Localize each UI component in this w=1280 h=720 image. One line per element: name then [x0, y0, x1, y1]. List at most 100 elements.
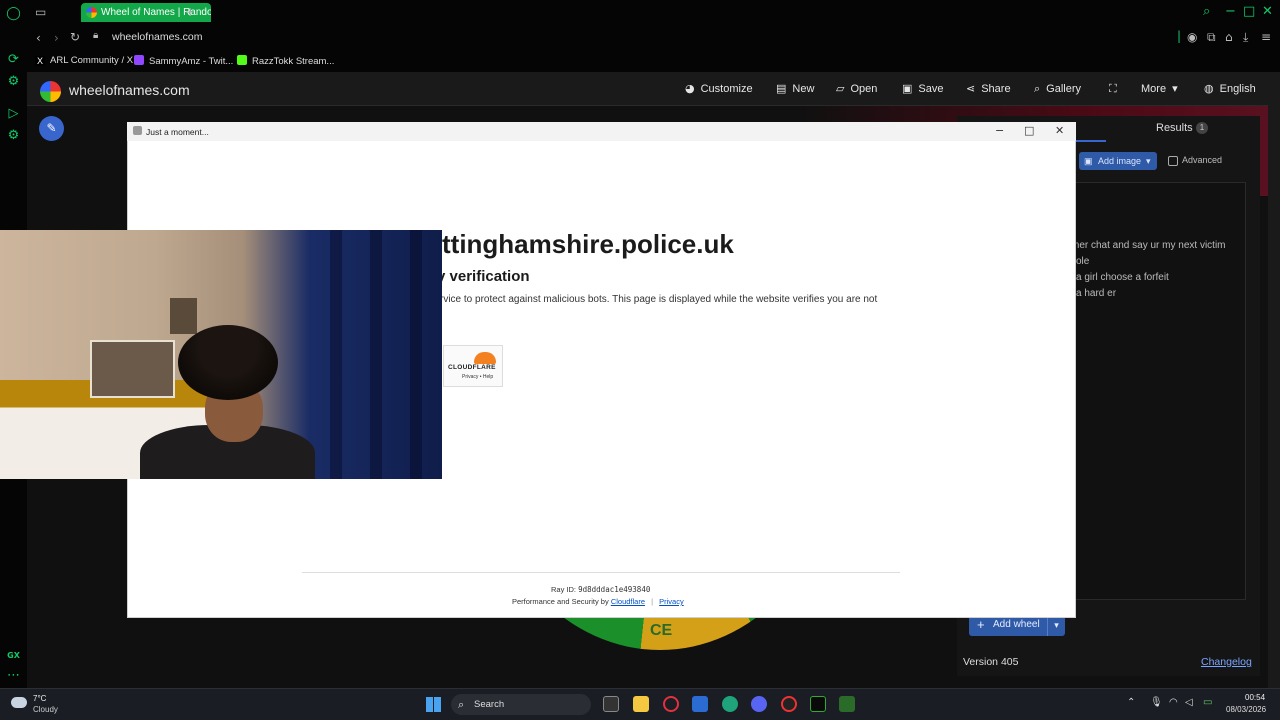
discord-icon[interactable] — [751, 696, 767, 712]
verification-body: rvice to protect against malicious bots.… — [440, 294, 878, 305]
nav-open[interactable]: ▱ Open — [836, 82, 877, 95]
wall-poster — [170, 298, 197, 334]
edge-icon[interactable] — [722, 696, 738, 712]
taskbar-search[interactable]: ⌕ Search — [451, 694, 591, 715]
bookmark-label: SammyAmz - Twit... — [149, 56, 234, 67]
nav-share[interactable]: ⋖ Share — [966, 82, 1011, 95]
nav-language[interactable]: ◍ English — [1204, 82, 1256, 95]
edit-pencil-button[interactable]: ✎ — [39, 116, 64, 141]
battery-icon[interactable]: ▭ — [1203, 697, 1212, 708]
extensions-icon[interactable]: ◉ — [1187, 30, 1197, 44]
nav-gallery[interactable]: ⌕ Gallery — [1034, 82, 1081, 96]
start-icon[interactable] — [426, 697, 441, 712]
account-icon[interactable]: ⌂ — [1225, 30, 1233, 44]
puzzle-icon[interactable]: ⧉ — [1207, 30, 1216, 45]
advanced-checkbox[interactable] — [1168, 156, 1178, 166]
url-field[interactable]: wheelofnames.com — [112, 31, 202, 43]
wheel-favicon-icon — [86, 7, 97, 18]
site-name[interactable]: wheelofnames.com — [69, 82, 190, 98]
menu-icon[interactable]: ≡ — [1261, 30, 1271, 44]
tab-results[interactable]: Results — [1156, 122, 1193, 134]
speed-dial-icon[interactable]: ⟳ — [6, 52, 21, 67]
entry-line: ole — [1076, 256, 1090, 267]
task-view-icon[interactable] — [603, 696, 619, 712]
tab-list-icon[interactable]: ▭ — [35, 5, 46, 19]
verification-heading: y verification — [437, 268, 530, 285]
changelog-link[interactable]: Changelog — [1201, 656, 1252, 668]
search-placeholder: Search — [474, 699, 505, 710]
more-dots-icon[interactable]: ⋯ — [6, 668, 21, 683]
bookmark-arl[interactable]: X ARL Community / X — [35, 55, 133, 66]
globe-icon: ◍ — [1204, 82, 1214, 95]
clock-time[interactable]: 00:54 — [1245, 693, 1265, 702]
nav-more[interactable]: More ▾ — [1141, 82, 1178, 95]
popup-maximize-icon[interactable]: □ — [1024, 124, 1034, 137]
tab-bar: ▭ Wheel of Names | Random + ⌕ − □ ✕ — [27, 0, 1280, 25]
wifi-icon[interactable]: ◠ — [1169, 697, 1178, 708]
add-image-label: Add image — [1098, 156, 1142, 166]
nav-new[interactable]: ▤ New — [776, 82, 814, 95]
nav-label: Share — [981, 83, 1011, 95]
add-image-button[interactable]: ▣ Add image ▾ — [1079, 152, 1157, 170]
bookmark-razztokk[interactable]: RazzTokk Stream... — [237, 55, 334, 67]
forward-icon[interactable]: › — [54, 31, 59, 45]
maximize-icon[interactable]: □ — [1243, 4, 1255, 19]
folder-icon: ▱ — [836, 82, 845, 95]
nav-label: Save — [918, 83, 944, 95]
gx-control-icon[interactable]: ⚙ — [6, 74, 21, 89]
share-icon: ⋖ — [966, 82, 976, 95]
popup-close-icon[interactable]: ✕ — [1055, 124, 1064, 137]
bookmark-label: ARL Community / X — [50, 55, 134, 66]
add-wheel-label: Add wheel — [993, 619, 1040, 630]
image-icon: ▣ — [1084, 156, 1093, 166]
opera-logo-icon[interactable]: ◯ — [6, 6, 21, 21]
opera-icon[interactable] — [663, 696, 679, 712]
new-tab-icon[interactable]: + — [185, 5, 195, 19]
search-tabs-icon[interactable]: ⌕ — [1203, 4, 1210, 19]
entry-line: a hard er — [1076, 288, 1117, 299]
terminal-icon[interactable] — [810, 696, 826, 712]
player-icon[interactable]: ▷ — [6, 106, 21, 121]
wheel-segment-label: CE — [650, 622, 673, 639]
tray-chevron-icon[interactable]: ⌃ — [1127, 697, 1135, 708]
caret-down-icon: ▾ — [1146, 156, 1151, 166]
reload-icon[interactable]: ↻ — [70, 30, 80, 44]
nav-customize[interactable]: ◕ Customize — [685, 82, 753, 95]
popup-title: Just a moment... — [146, 127, 209, 137]
performance-line: Performance and Security by Cloudflare |… — [512, 597, 684, 606]
weather-temperature[interactable]: 7°C — [33, 694, 46, 703]
settings-icon[interactable]: ⚙ — [6, 128, 21, 143]
back-icon[interactable]: ‹ — [36, 31, 41, 45]
privacy-link[interactable]: Privacy — [659, 597, 684, 606]
cloudflare-widget-links[interactable]: Privacy • Help — [462, 374, 493, 380]
store-icon[interactable] — [692, 696, 708, 712]
fullscreen-button[interactable]: ⛶ — [1109, 82, 1123, 96]
entry-line: mer chat and say ur my next victim — [1071, 240, 1226, 251]
volume-icon[interactable]: ◁ — [1185, 697, 1193, 708]
gx-label[interactable]: GX — [6, 648, 21, 663]
opera-gx-icon[interactable] — [781, 696, 797, 712]
weather-description[interactable]: Cloudy — [33, 705, 58, 714]
popup-titlebar[interactable] — [127, 122, 1076, 141]
popup-minimize-icon[interactable]: − — [995, 124, 1004, 137]
active-tab-underline — [1076, 140, 1106, 142]
page-scrollbar[interactable] — [1268, 72, 1280, 688]
nav-save[interactable]: ▣ Save — [902, 82, 943, 95]
download-icon[interactable]: ⤓ — [1243, 30, 1248, 45]
close-icon[interactable]: ✕ — [1262, 4, 1273, 19]
nav-label: Customize — [700, 83, 753, 95]
nav-label: Gallery — [1046, 83, 1082, 95]
microphone-icon[interactable]: 🎙︎ — [1150, 697, 1163, 708]
minimize-icon[interactable]: − — [1225, 4, 1236, 19]
bookmark-sammyamz[interactable]: SammyAmz - Twit... — [134, 55, 233, 67]
file-explorer-icon[interactable] — [633, 696, 649, 712]
cloud-icon[interactable] — [11, 697, 27, 708]
clock-date[interactable]: 08/03/2026 — [1226, 705, 1266, 714]
cloudflare-link[interactable]: Cloudflare — [611, 597, 645, 606]
wheel-logo-icon[interactable] — [40, 81, 61, 102]
popup-favicon-icon — [133, 126, 142, 135]
app-icon[interactable] — [839, 696, 855, 712]
pencil-icon: ✎ — [46, 121, 57, 135]
webcam-overlay — [0, 230, 442, 479]
bookmark-label: RazzTokk Stream... — [252, 56, 335, 67]
